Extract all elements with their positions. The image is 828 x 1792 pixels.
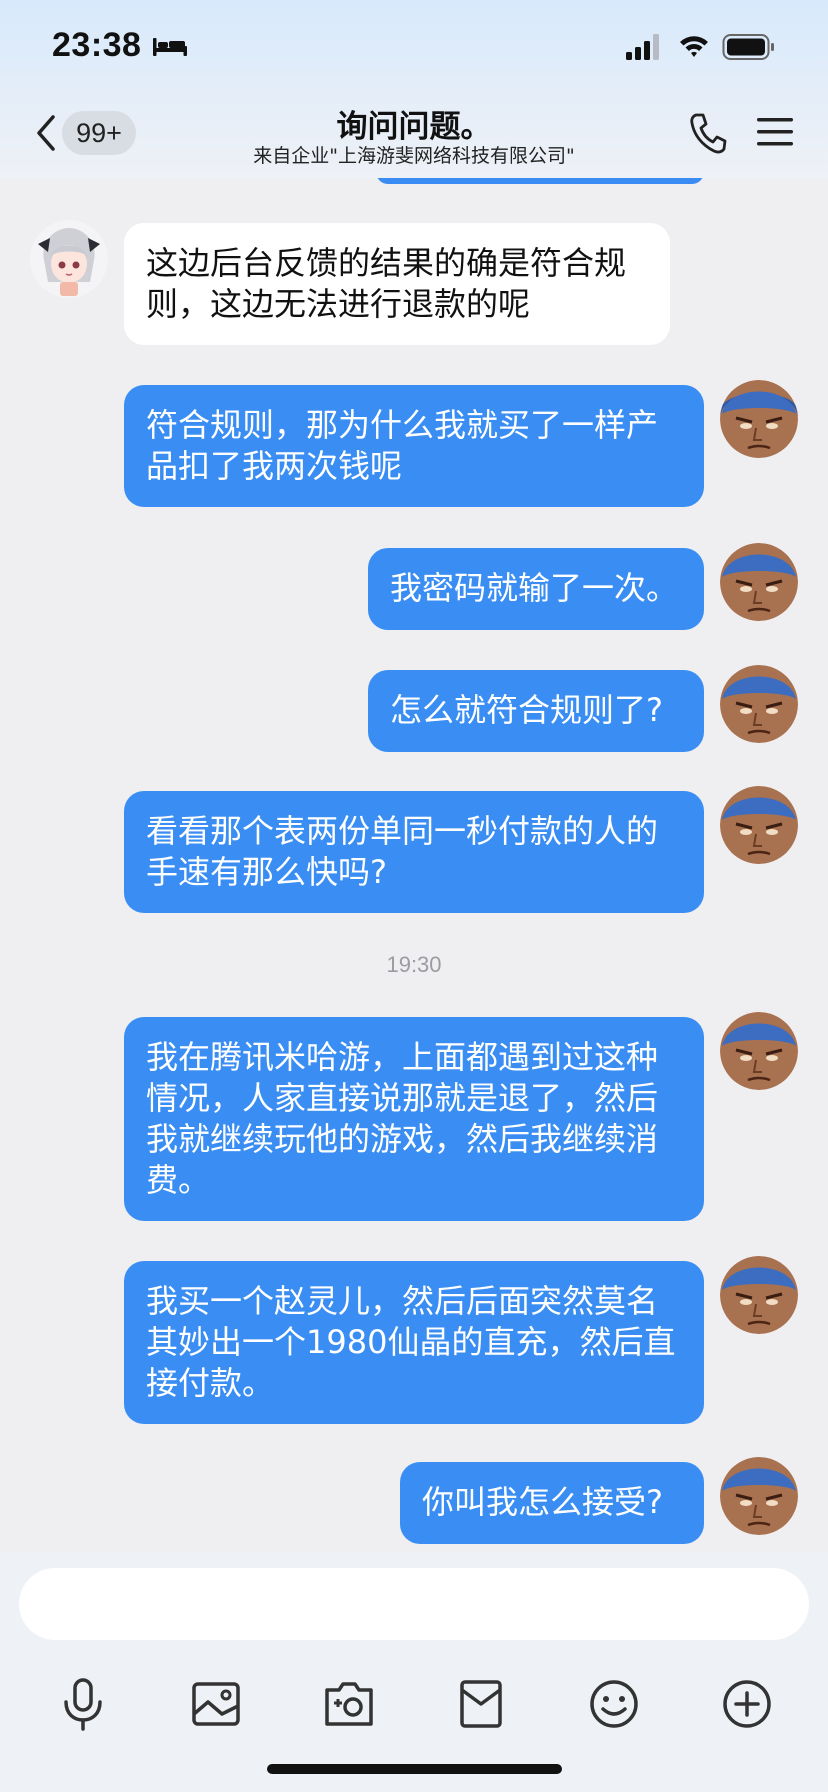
user-avatar[interactable] xyxy=(720,1457,798,1535)
cellular-signal-icon xyxy=(626,34,659,60)
message-bubble-outgoing[interactable]: 看看那个表两份单同一秒付款的人的手速有那么快吗? xyxy=(124,791,704,913)
anime-girl-avatar-icon xyxy=(30,220,108,298)
image-icon[interactable] xyxy=(186,1676,246,1732)
user-avatar[interactable] xyxy=(720,543,798,621)
warrior-face-avatar-icon xyxy=(720,1012,798,1090)
microphone-icon[interactable] xyxy=(53,1676,113,1732)
back-chevron-icon[interactable] xyxy=(32,113,60,153)
battery-icon xyxy=(722,34,774,60)
message-bubble-outgoing[interactable]: 符合规则，那为什么我就买了一样产品扣了我两次钱呢 xyxy=(124,385,704,507)
red-packet-icon[interactable] xyxy=(451,1676,511,1732)
home-indicator[interactable] xyxy=(267,1764,562,1774)
user-avatar[interactable] xyxy=(720,1256,798,1334)
chat-navbar: 99+ 询问问题。 来自企业"上海游斐网络科技有限公司" xyxy=(0,95,828,178)
message-input[interactable] xyxy=(19,1568,809,1640)
warrior-face-avatar-icon xyxy=(720,543,798,621)
warrior-face-avatar-icon xyxy=(720,665,798,743)
status-bar: 23:38 xyxy=(0,0,828,95)
warrior-face-avatar-icon xyxy=(720,1457,798,1535)
warrior-face-avatar-icon xyxy=(720,380,798,458)
chat-title: 询问问题。 xyxy=(336,109,492,145)
camera-icon[interactable] xyxy=(319,1676,379,1732)
user-avatar[interactable] xyxy=(720,786,798,864)
user-avatar[interactable] xyxy=(720,380,798,458)
emoji-icon[interactable] xyxy=(584,1676,644,1732)
service-agent-avatar[interactable] xyxy=(30,220,108,298)
composer-bar xyxy=(0,1552,828,1792)
user-avatar[interactable] xyxy=(720,665,798,743)
phone-call-icon[interactable] xyxy=(688,111,728,155)
user-avatar[interactable] xyxy=(720,1012,798,1090)
unread-count-badge[interactable]: 99+ xyxy=(62,111,136,155)
message-bubble-incoming[interactable]: 这边后台反馈的结果的确是符合规则，这边无法进行退款的呢 xyxy=(124,223,670,345)
wifi-icon xyxy=(680,36,708,57)
message-bubble-outgoing[interactable]: 我买一个赵灵儿，然后后面突然莫名其妙出一个1980仙晶的直充，然后直接付款。 xyxy=(124,1261,704,1424)
status-time: 23:38 xyxy=(52,26,142,64)
message-bubble-outgoing[interactable]: 你叫我怎么接受? xyxy=(400,1462,704,1544)
header: 23:38 99+ 询问问题。 来自企业"上海游斐网络科技有限公司" xyxy=(0,0,828,178)
message-bubble-outgoing[interactable]: 怎么就符合规则了? xyxy=(368,670,704,752)
message-timestamp: 19:30 xyxy=(386,952,442,977)
sleep-focus-icon xyxy=(153,38,187,56)
more-menu-icon[interactable] xyxy=(756,115,794,149)
message-bubble-outgoing[interactable]: 我密码就输了一次。 xyxy=(368,548,704,630)
message-bubble-outgoing[interactable]: 我在腾讯米哈游，上面都遇到过这种情况，人家直接说那就是退了，然后我就继续玩他的游… xyxy=(124,1017,704,1221)
warrior-face-avatar-icon xyxy=(720,1256,798,1334)
warrior-face-avatar-icon xyxy=(720,786,798,864)
plus-icon[interactable] xyxy=(717,1676,777,1732)
chat-subtitle: 来自企业"上海游斐网络科技有限公司" xyxy=(253,145,575,167)
